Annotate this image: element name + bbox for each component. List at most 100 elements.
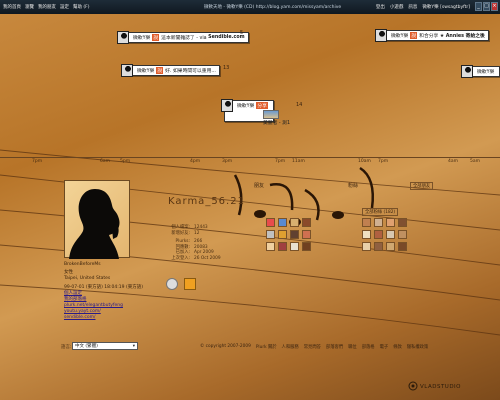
topbar-nav: 我的首頁 瀏覽 我的朋友 設定 幫助 (F) <box>0 4 90 10</box>
timeline-label: 4am <box>448 159 459 164</box>
friend-avatar[interactable] <box>290 218 299 227</box>
plurk-bubble[interactable]: 微軟Y樂 <box>461 65 500 78</box>
fan-avatar[interactable] <box>398 230 407 239</box>
timeline-label: 7pm <box>32 159 43 164</box>
language-value: 中文 (繁體) <box>75 344 98 349</box>
fan-avatar[interactable] <box>374 242 383 251</box>
timeline-label: 5pm <box>120 159 131 164</box>
plurk-source[interactable]: Annies 寄給之後 <box>446 32 485 39</box>
profile-stats: 個人檔案: 12443 新增好友: 12 Plurks: 266 回應數: 20083 … <box>170 225 220 262</box>
games-link[interactable]: 小遊戲 <box>390 4 404 10</box>
nav-item-settings[interactable]: 設定 <box>60 4 69 10</box>
all-fans-link[interactable]: 全部粉絲 (182) <box>362 208 399 216</box>
language-label: 語言: <box>61 345 72 350</box>
plurk-text: 美麗者 - 測1 <box>263 121 291 126</box>
follow-button[interactable] <box>166 278 178 290</box>
plurk-author[interactable]: 微軟Y樂 <box>391 32 408 39</box>
friends-heading: 朋友 <box>254 183 265 189</box>
timeline-label: 3pm <box>222 159 233 164</box>
plurk-bubble[interactable]: 微軟Y樂 說 和合分享 ★ Annies 寄給之後 <box>375 29 489 42</box>
close-icon[interactable]: × <box>491 2 498 11</box>
fan-avatar[interactable] <box>398 218 407 227</box>
fan-avatar[interactable] <box>386 218 395 227</box>
block-button[interactable] <box>184 278 196 290</box>
friend-avatar[interactable] <box>266 230 275 239</box>
plurk-qualifier: 說 <box>152 34 160 41</box>
timeline-label: 11am <box>292 159 305 164</box>
fan-avatar[interactable] <box>362 218 371 227</box>
friend-avatar[interactable] <box>302 230 311 239</box>
profile-location: Taipei, United States <box>64 276 111 281</box>
response-count[interactable]: 13 <box>223 65 229 71</box>
plurk-text: 好. 如果時間可以重用... <box>165 69 216 74</box>
fan-avatar[interactable] <box>374 218 383 227</box>
nav-item-browse[interactable]: 瀏覽 <box>25 4 34 10</box>
nav-item-help[interactable]: 幫助 (F) <box>73 4 90 10</box>
shared-image-thumbnail[interactable] <box>263 110 279 119</box>
avatar[interactable] <box>375 29 387 42</box>
timeline-label: 10am <box>358 159 371 164</box>
plurk-bubble[interactable]: 微軟Y樂 說 這本新聞雜誌了 - via Sendible.com <box>117 31 249 44</box>
window-controls: _ □ × <box>475 2 498 11</box>
footer-link[interactable]: 常見問答 <box>304 344 321 350</box>
footer-link[interactable]: 職位 <box>348 344 357 350</box>
nav-item-friends[interactable]: 我的朋友 <box>38 4 56 10</box>
plurk-author[interactable]: 微軟Y樂 <box>137 67 154 74</box>
avatar[interactable] <box>117 31 129 44</box>
plurk-author[interactable]: 微軟Y樂 <box>477 68 494 75</box>
maximize-icon[interactable]: □ <box>483 2 490 11</box>
avatar[interactable] <box>121 64 133 77</box>
friend-avatar[interactable] <box>302 242 311 251</box>
all-friends-link[interactable]: 全部朋友 <box>410 182 434 190</box>
footer-link[interactable]: 部落格 <box>362 344 375 350</box>
plurk-text: 和合分享 ★ <box>419 34 445 39</box>
plurk-qualifier: 說 <box>410 32 418 39</box>
friend-avatar[interactable] <box>290 242 299 251</box>
timeline-axis[interactable] <box>0 157 500 158</box>
logout-link[interactable]: 登出 <box>376 4 385 10</box>
footer-link[interactable]: Plurk 關於 <box>256 344 277 350</box>
silhouette-image <box>69 189 120 259</box>
footer-link[interactable]: 電子 <box>380 344 389 350</box>
footer-link[interactable]: 條款 <box>393 344 402 350</box>
fan-avatar[interactable] <box>386 230 395 239</box>
friend-avatar[interactable] <box>290 230 299 239</box>
friend-avatar[interactable] <box>266 242 275 251</box>
fan-avatar[interactable] <box>398 242 407 251</box>
avatar[interactable] <box>461 65 473 78</box>
minimize-icon[interactable]: _ <box>475 2 482 11</box>
plurk-author[interactable]: 微軟Y樂 <box>133 34 150 41</box>
plurk-bubble[interactable]: 微軟Y樂 說 好. 如果時間可以重用... <box>121 64 220 77</box>
nav-item-home[interactable]: 我的首頁 <box>3 4 21 10</box>
response-count[interactable]: 5 <box>240 30 243 36</box>
footer-link[interactable]: 部落客們 <box>326 344 343 350</box>
response-count[interactable]: 14 <box>296 102 302 108</box>
fan-avatar[interactable] <box>362 242 371 251</box>
avatar[interactable] <box>221 99 233 112</box>
fan-avatar[interactable] <box>362 230 371 239</box>
profile-avatar[interactable] <box>64 180 130 259</box>
copyright-text: © copyright 2007-2009 <box>200 344 251 349</box>
fan-avatar[interactable] <box>374 230 383 239</box>
stat-row: 上次登入: 26 Oct 2009 <box>170 256 220 262</box>
topbar-right: 登出 小遊戲 訊息 微軟Y樂 [swsagtbyftr] <box>376 4 470 10</box>
friend-avatar[interactable] <box>266 218 275 227</box>
friend-avatar[interactable] <box>302 218 311 227</box>
chevron-down-icon: ▾ <box>132 343 135 349</box>
timeline-label: 4pm <box>190 159 201 164</box>
footer-link[interactable]: 隱私權政策 <box>407 344 428 350</box>
plurk-bubble[interactable]: 微軟Y樂 分享 美麗者 - 測1 <box>221 99 290 126</box>
footer-link[interactable]: 人和服務 <box>282 344 299 350</box>
plurk-qualifier: 說 <box>156 67 164 74</box>
profile-info: BrokenBeforeMs 女性 Taipei, United States … <box>64 262 143 321</box>
profile-link[interactable]: sendible.com/ <box>64 315 143 321</box>
plurk-author[interactable]: 微軟Y樂 <box>237 102 254 109</box>
friend-avatar[interactable] <box>278 218 287 227</box>
friend-avatar[interactable] <box>278 242 287 251</box>
fan-avatar[interactable] <box>386 242 395 251</box>
friend-avatar[interactable] <box>278 230 287 239</box>
messages-link[interactable]: 訊息 <box>408 4 417 10</box>
account-link[interactable]: 微軟Y樂 [swsagtbyftr] <box>422 4 470 10</box>
language-select[interactable]: 中文 (繁體) ▾ <box>72 342 138 350</box>
plurk-text: 這本新聞雜誌了 - via <box>161 36 207 41</box>
